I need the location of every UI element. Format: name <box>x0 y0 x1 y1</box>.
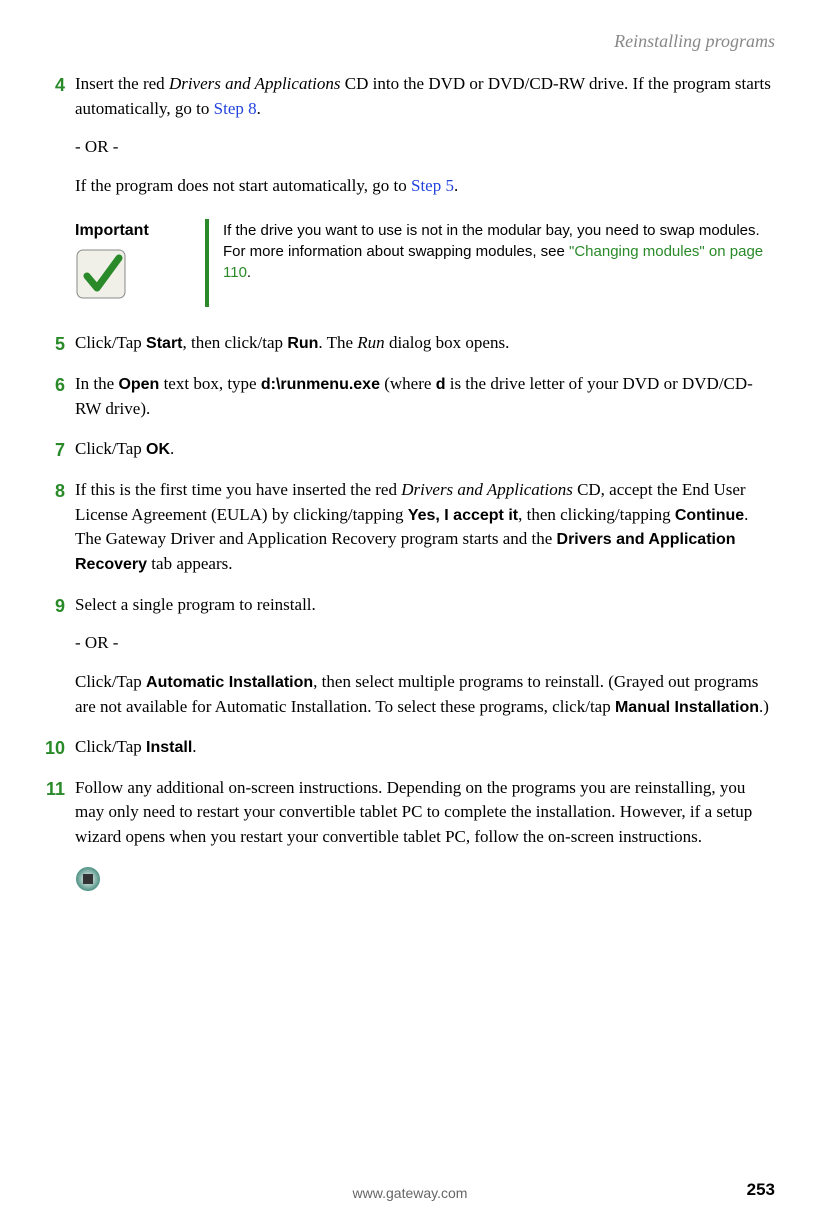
text: text box, type <box>159 374 261 393</box>
italic-text: Drivers and Applications <box>169 74 341 93</box>
ui-d: d <box>436 376 446 393</box>
link-step-5[interactable]: Step 5 <box>411 176 454 195</box>
text: Follow any additional on-screen instruct… <box>75 778 752 846</box>
text: . <box>454 176 458 195</box>
text: Click/Tap <box>75 439 146 458</box>
step-6: 6 In the Open text box, type d:\runmenu.… <box>75 372 775 421</box>
end-of-procedure-icon <box>75 866 775 892</box>
step-5: 5 Click/Tap Start, then click/tap Run. T… <box>75 331 775 356</box>
callout-label: Important <box>75 219 191 242</box>
ui-yes-accept: Yes, I accept it <box>408 507 518 524</box>
step-10: 10 Click/Tap Install. <box>75 735 775 760</box>
ui-continue: Continue <box>675 507 744 524</box>
text: Click/Tap <box>75 333 146 352</box>
step-4: 4 Insert the red Drivers and Application… <box>75 72 775 199</box>
step-number: 11 <box>35 776 65 802</box>
page-footer: www.gateway.com 253 <box>0 1183 820 1203</box>
text: tab appears. <box>147 554 232 573</box>
ui-auto-install: Automatic Installation <box>146 674 313 691</box>
text: (where <box>380 374 436 393</box>
step-number: 6 <box>35 372 65 398</box>
step-number: 10 <box>35 735 65 761</box>
ui-install: Install <box>146 739 192 756</box>
important-callout: Important If the drive you want to use i… <box>75 219 775 308</box>
step-number: 5 <box>35 331 65 357</box>
step-number: 7 <box>35 437 65 463</box>
text: Insert the red <box>75 74 169 93</box>
link-step-8[interactable]: Step 8 <box>214 99 257 118</box>
callout-divider <box>205 219 209 308</box>
checkmark-icon <box>75 248 127 300</box>
text: .) <box>759 697 769 716</box>
step-11: 11 Follow any additional on-screen instr… <box>75 776 775 850</box>
page-number: 253 <box>747 1178 775 1203</box>
text: . <box>170 439 174 458</box>
italic-run: Run <box>357 333 384 352</box>
text: In the <box>75 374 118 393</box>
step-number: 9 <box>35 593 65 619</box>
step-number: 8 <box>35 478 65 504</box>
footer-url: www.gateway.com <box>353 1183 468 1203</box>
text: , then clicking/tapping <box>518 505 675 524</box>
text: . <box>192 737 196 756</box>
italic-text: Drivers and Applications <box>401 480 573 499</box>
ui-manual-install: Manual Installation <box>615 699 759 716</box>
page-header: Reinstalling programs <box>0 0 820 54</box>
text: . <box>257 99 261 118</box>
callout-text-end: . <box>247 264 251 281</box>
page-content: 4 Insert the red Drivers and Application… <box>0 54 820 892</box>
or-separator: - OR - <box>75 135 775 160</box>
ui-open: Open <box>118 376 159 393</box>
text: Click/Tap <box>75 737 146 756</box>
text: Click/Tap <box>75 672 146 691</box>
text: If the program does not start automatica… <box>75 176 411 195</box>
text: . The <box>318 333 357 352</box>
text: dialog box opens. <box>385 333 510 352</box>
section-title: Reinstalling programs <box>614 31 775 51</box>
text: Select a single program to reinstall. <box>75 593 775 618</box>
ui-start: Start <box>146 335 182 352</box>
ui-runmenu: d:\runmenu.exe <box>261 376 380 393</box>
step-9: 9 Select a single program to reinstall. … <box>75 593 775 720</box>
ui-run: Run <box>287 335 318 352</box>
or-separator: - OR - <box>75 631 775 656</box>
step-7: 7 Click/Tap OK. <box>75 437 775 462</box>
text: If this is the first time you have inser… <box>75 480 401 499</box>
text: , then click/tap <box>183 333 288 352</box>
step-8: 8 If this is the first time you have ins… <box>75 478 775 577</box>
ui-ok: OK <box>146 441 170 458</box>
step-number: 4 <box>35 72 65 98</box>
